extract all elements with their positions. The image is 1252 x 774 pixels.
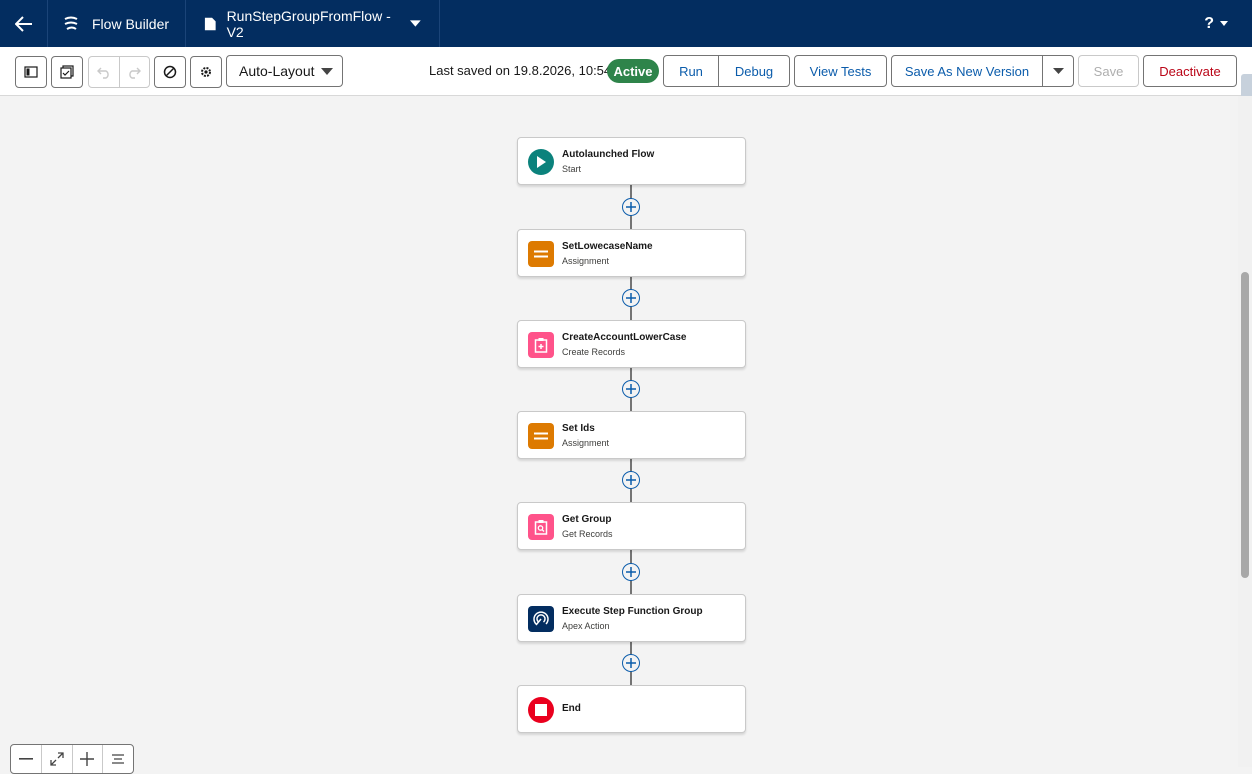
- save-button[interactable]: Save: [1078, 55, 1139, 87]
- save-as-new-version-button[interactable]: Save As New Version: [891, 55, 1043, 87]
- add-element-button[interactable]: [622, 563, 640, 581]
- view-tests-button[interactable]: View Tests: [794, 55, 887, 87]
- flow-node-start[interactable]: Autolaunched Flow Start: [517, 137, 746, 185]
- run-button[interactable]: Run: [663, 55, 719, 87]
- zoom-out-button[interactable]: [11, 745, 42, 773]
- file-name: RunStepGroupFromFlow - V2: [226, 7, 391, 40]
- toggle-checklist-button[interactable]: [51, 56, 83, 88]
- app-title: Flow Builder: [48, 0, 187, 47]
- flow-node-apex-action[interactable]: Execute Step Function Group Apex Action: [517, 594, 746, 642]
- node-title: End: [562, 703, 581, 714]
- add-element-button[interactable]: [622, 380, 640, 398]
- deactivate-button[interactable]: Deactivate: [1143, 55, 1237, 87]
- chevron-down-icon: [1052, 67, 1064, 74]
- node-title: Set Ids: [562, 423, 595, 434]
- flow-builder-icon: [64, 16, 78, 30]
- undo-redo-group: [88, 56, 150, 88]
- auto-layout-button[interactable]: [103, 745, 133, 773]
- node-title: SetLowecaseName: [562, 241, 653, 252]
- checklist-icon: [60, 65, 74, 79]
- canvas-scrollbar[interactable]: [1238, 96, 1252, 767]
- flow-canvas[interactable]: Autolaunched Flow Start SetLowecaseName …: [0, 96, 1238, 767]
- add-element-button[interactable]: [622, 471, 640, 489]
- node-title: Get Group: [562, 514, 612, 525]
- node-type: Create Records: [562, 347, 626, 357]
- chevron-down-icon: [321, 68, 333, 75]
- fit-to-view-button[interactable]: [42, 745, 73, 773]
- plus-icon: [626, 293, 636, 303]
- node-title: CreateAccountLowerCase: [562, 332, 687, 343]
- node-type: Apex Action: [562, 621, 610, 631]
- play-icon: [528, 149, 554, 175]
- create-records-icon: [528, 332, 554, 358]
- add-element-button[interactable]: [622, 654, 640, 672]
- scrollbar-thumb[interactable]: [1241, 272, 1249, 578]
- document-icon: [204, 17, 216, 30]
- gear-icon: [201, 67, 211, 77]
- zoom-in-button[interactable]: [73, 745, 104, 773]
- debug-button[interactable]: Debug: [718, 55, 790, 87]
- settings-button[interactable]: [190, 56, 222, 88]
- node-type: Assignment: [562, 438, 610, 448]
- status-badge: Active: [607, 59, 659, 83]
- add-element-button[interactable]: [622, 289, 640, 307]
- layout-select[interactable]: Auto-Layout: [226, 55, 343, 87]
- file-menu[interactable]: RunStepGroupFromFlow - V2: [186, 0, 441, 47]
- flow-node-create-records[interactable]: CreateAccountLowerCase Create Records: [517, 320, 746, 368]
- get-records-icon: [528, 514, 554, 540]
- back-arrow-icon: [14, 15, 32, 32]
- toggle-panel-button[interactable]: [15, 56, 47, 88]
- flow-node-end[interactable]: End: [517, 685, 746, 733]
- zoom-controls: [10, 744, 134, 774]
- node-type: Assignment: [562, 256, 610, 266]
- assignment-icon: [528, 241, 554, 267]
- flow-node-assignment[interactable]: SetLowecaseName Assignment: [517, 229, 746, 277]
- layout-select-value: Auto-Layout: [239, 63, 315, 79]
- chevron-down-icon: [1220, 21, 1228, 26]
- node-type: Start: [562, 164, 582, 174]
- minus-icon: [18, 758, 33, 760]
- ban-icon: [163, 65, 177, 79]
- redo-icon: [129, 67, 142, 79]
- add-element-button[interactable]: [622, 198, 640, 216]
- expand-icon: [49, 752, 64, 766]
- save-options-button[interactable]: [1042, 55, 1074, 87]
- help-menu[interactable]: ?: [1204, 0, 1228, 47]
- plus-icon: [626, 658, 636, 668]
- stop-icon: [528, 697, 554, 723]
- app-name: Flow Builder: [92, 15, 170, 32]
- align-icon: [112, 754, 125, 764]
- redo-button[interactable]: [120, 57, 150, 87]
- back-button[interactable]: [0, 0, 48, 47]
- panel-icon: [24, 66, 38, 78]
- apex-icon: [528, 606, 554, 632]
- plus-icon: [626, 384, 636, 394]
- disable-button[interactable]: [154, 56, 186, 88]
- undo-icon: [96, 67, 109, 79]
- help-icon: ?: [1204, 14, 1214, 32]
- flow-node-assignment[interactable]: Set Ids Assignment: [517, 411, 746, 459]
- header-bar: Flow Builder RunStepGroupFromFlow - V2 ?: [0, 0, 1252, 47]
- plus-icon: [626, 567, 636, 577]
- chevron-down-icon: [410, 19, 422, 27]
- undo-button[interactable]: [89, 57, 120, 87]
- node-title: Autolaunched Flow: [562, 149, 655, 160]
- plus-icon: [80, 752, 95, 766]
- flow-node-get-records[interactable]: Get Group Get Records: [517, 502, 746, 550]
- plus-icon: [626, 202, 636, 212]
- last-saved-text: Last saved on 19.8.2026, 10:54: [429, 63, 612, 78]
- plus-icon: [626, 475, 636, 485]
- toolbar: Auto-Layout Last saved on 19.8.2026, 10:…: [0, 47, 1252, 96]
- assignment-icon: [528, 423, 554, 449]
- node-title: Execute Step Function Group: [562, 606, 703, 617]
- node-type: Get Records: [562, 529, 613, 539]
